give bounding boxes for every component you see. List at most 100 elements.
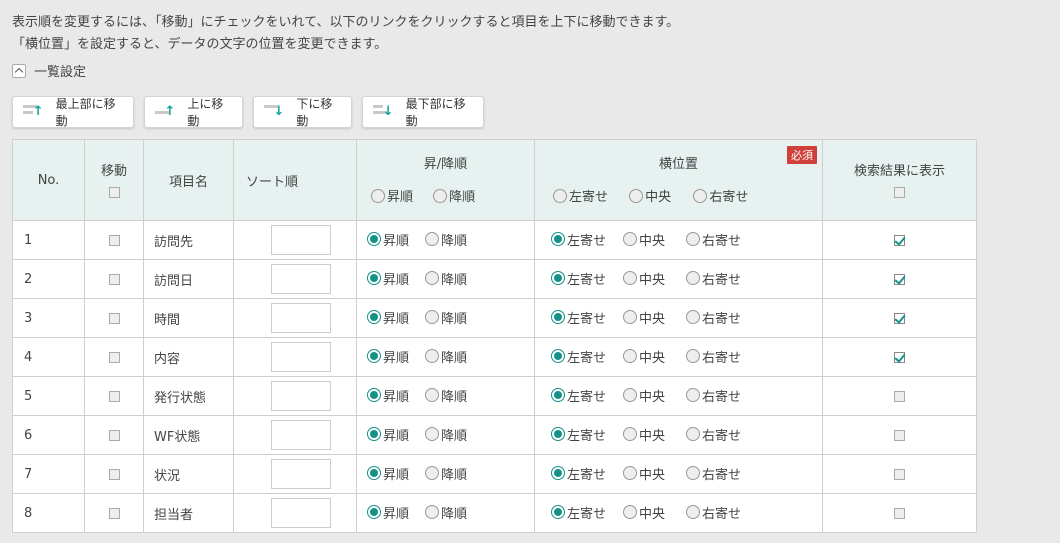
- sort-order-input[interactable]: [271, 303, 331, 333]
- move-up-button[interactable]: ↑ 上に移動: [144, 96, 243, 128]
- left-radio[interactable]: 左寄せ: [551, 347, 606, 366]
- right-radio[interactable]: 右寄せ: [686, 425, 741, 444]
- move-down-button[interactable]: ↓ 下に移動: [253, 96, 352, 128]
- move-checkbox[interactable]: [108, 468, 120, 480]
- show-in-results-checkbox[interactable]: [894, 468, 905, 480]
- radio-icon[interactable]: [686, 232, 701, 247]
- radio-icon[interactable]: [551, 388, 565, 403]
- radio-icon[interactable]: [623, 349, 638, 364]
- left-radio[interactable]: 左寄せ: [551, 503, 606, 522]
- radio-icon[interactable]: [425, 232, 440, 247]
- radio-icon[interactable]: [551, 466, 565, 481]
- asc-radio[interactable]: 昇順: [367, 269, 409, 288]
- radio-icon[interactable]: [425, 349, 440, 364]
- move-checkbox[interactable]: [108, 234, 120, 246]
- left-radio[interactable]: 左寄せ: [551, 464, 606, 483]
- radio-icon[interactable]: [686, 505, 701, 520]
- radio-icon[interactable]: [371, 188, 385, 203]
- radio-icon[interactable]: [693, 188, 708, 203]
- radio-icon[interactable]: [686, 427, 701, 442]
- radio-icon[interactable]: [686, 349, 701, 364]
- center-radio[interactable]: 中央: [623, 386, 665, 405]
- radio-icon[interactable]: [623, 388, 638, 403]
- show-all-checkbox[interactable]: [894, 187, 905, 198]
- left-radio[interactable]: 左寄せ: [551, 386, 606, 405]
- radio-icon[interactable]: [433, 188, 448, 203]
- sort-order-input[interactable]: [271, 225, 331, 255]
- radio-icon[interactable]: [367, 349, 381, 364]
- radio-icon[interactable]: [623, 427, 638, 442]
- sort-order-input[interactable]: [271, 459, 331, 489]
- radio-icon[interactable]: [425, 310, 440, 325]
- sort-order-input[interactable]: [271, 342, 331, 372]
- right-radio[interactable]: 右寄せ: [686, 308, 741, 327]
- header-left-radio[interactable]: 左寄せ: [553, 186, 608, 205]
- desc-radio[interactable]: 降順: [425, 269, 467, 288]
- radio-icon[interactable]: [367, 310, 381, 325]
- asc-radio[interactable]: 昇順: [367, 347, 409, 366]
- center-radio[interactable]: 中央: [623, 503, 665, 522]
- radio-icon[interactable]: [551, 232, 565, 247]
- center-radio[interactable]: 中央: [623, 464, 665, 483]
- sort-order-input[interactable]: [271, 381, 331, 411]
- radio-icon[interactable]: [623, 466, 638, 481]
- radio-icon[interactable]: [623, 232, 638, 247]
- move-to-top-button[interactable]: ↑ 最上部に移動: [12, 96, 134, 128]
- center-radio[interactable]: 中央: [623, 425, 665, 444]
- right-radio[interactable]: 右寄せ: [686, 386, 741, 405]
- move-checkbox[interactable]: [108, 273, 120, 285]
- list-settings-toggle[interactable]: 一覧設定: [12, 61, 86, 80]
- desc-radio[interactable]: 降順: [425, 308, 467, 327]
- sort-order-input[interactable]: [271, 420, 331, 450]
- show-in-results-checkbox[interactable]: [894, 351, 905, 363]
- radio-icon[interactable]: [623, 271, 638, 286]
- show-in-results-checkbox[interactable]: [894, 507, 905, 519]
- move-checkbox[interactable]: [108, 429, 120, 441]
- radio-icon[interactable]: [551, 505, 565, 520]
- desc-radio[interactable]: 降順: [425, 230, 467, 249]
- header-desc-radio[interactable]: 降順: [433, 186, 475, 205]
- move-all-checkbox[interactable]: [108, 187, 120, 198]
- chevron-up-icon[interactable]: [12, 63, 26, 78]
- show-in-results-checkbox[interactable]: [894, 312, 905, 324]
- center-radio[interactable]: 中央: [623, 230, 665, 249]
- right-radio[interactable]: 右寄せ: [686, 464, 741, 483]
- center-radio[interactable]: 中央: [623, 347, 665, 366]
- radio-icon[interactable]: [425, 466, 440, 481]
- desc-radio[interactable]: 降順: [425, 503, 467, 522]
- asc-radio[interactable]: 昇順: [367, 230, 409, 249]
- radio-icon[interactable]: [367, 466, 381, 481]
- radio-icon[interactable]: [551, 271, 565, 286]
- radio-icon[interactable]: [367, 427, 381, 442]
- asc-radio[interactable]: 昇順: [367, 425, 409, 444]
- radio-icon[interactable]: [623, 505, 638, 520]
- show-in-results-checkbox[interactable]: [894, 234, 905, 246]
- center-radio[interactable]: 中央: [623, 308, 665, 327]
- radio-icon[interactable]: [686, 466, 701, 481]
- move-checkbox[interactable]: [108, 507, 120, 519]
- radio-icon[interactable]: [367, 388, 381, 403]
- radio-icon[interactable]: [367, 271, 381, 286]
- left-radio[interactable]: 左寄せ: [551, 308, 606, 327]
- left-radio[interactable]: 左寄せ: [551, 230, 606, 249]
- header-right-radio[interactable]: 右寄せ: [693, 186, 748, 205]
- move-checkbox[interactable]: [108, 390, 120, 402]
- desc-radio[interactable]: 降順: [425, 464, 467, 483]
- radio-icon[interactable]: [367, 232, 381, 247]
- asc-radio[interactable]: 昇順: [367, 386, 409, 405]
- move-to-bottom-button[interactable]: ↓ 最下部に移動: [362, 96, 484, 128]
- radio-icon[interactable]: [553, 188, 567, 203]
- asc-radio[interactable]: 昇順: [367, 308, 409, 327]
- radio-icon[interactable]: [623, 310, 638, 325]
- radio-icon[interactable]: [629, 188, 644, 203]
- header-asc-radio[interactable]: 昇順: [371, 186, 413, 205]
- center-radio[interactable]: 中央: [623, 269, 665, 288]
- radio-icon[interactable]: [425, 271, 440, 286]
- sort-order-input[interactable]: [271, 498, 331, 528]
- desc-radio[interactable]: 降順: [425, 386, 467, 405]
- radio-icon[interactable]: [367, 505, 381, 520]
- radio-icon[interactable]: [551, 310, 565, 325]
- radio-icon[interactable]: [425, 427, 440, 442]
- desc-radio[interactable]: 降順: [425, 425, 467, 444]
- radio-icon[interactable]: [425, 388, 440, 403]
